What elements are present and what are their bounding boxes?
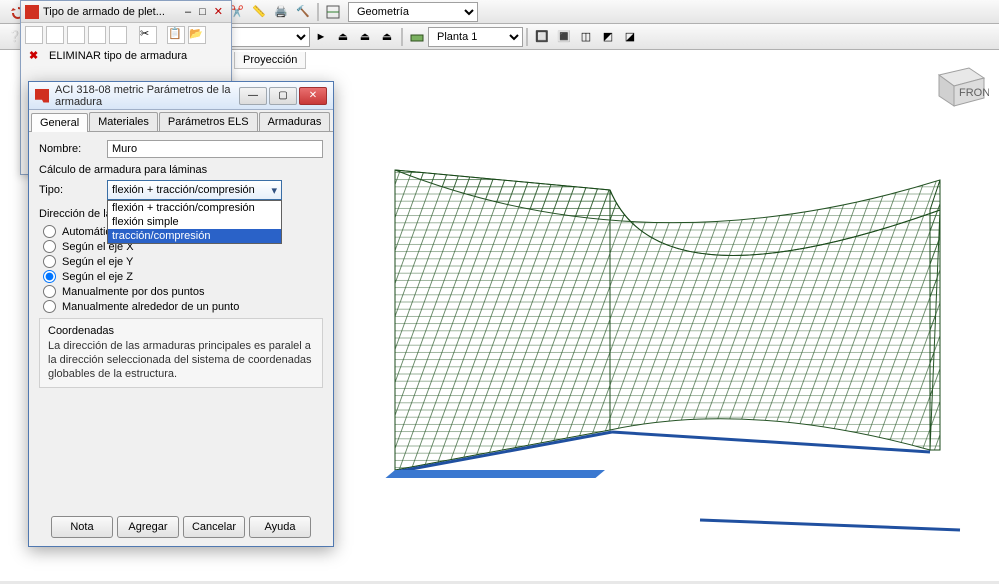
support-c-icon[interactable]: ⏏ [377,27,397,47]
extra-e-icon[interactable]: ◪ [620,27,640,47]
type-combo-value: flexión + tracción/compresión [112,184,255,196]
floor-combo[interactable]: Planta 1 [428,27,523,47]
app-icon [25,5,39,19]
radio-ejez[interactable] [43,270,56,283]
radio-ejex[interactable] [43,240,56,253]
extra-c-icon[interactable]: ◫ [576,27,596,47]
dialog-title: ACI 318-08 metric Parámetros de la armad… [55,84,237,108]
support-a-icon[interactable]: ⏏ [333,27,353,47]
tab-parametros-els[interactable]: Parámetros ELS [159,112,258,131]
tab-general[interactable]: General [31,113,88,132]
window-title-back: Tipo de armado de plet... [43,6,165,18]
type-option-1[interactable]: flexión simple [108,215,281,229]
extra-d-icon[interactable]: ◩ [598,27,618,47]
ayuda-button[interactable]: Ayuda [249,516,311,538]
coord-description: La dirección de las armaduras principale… [48,340,314,381]
tab-armaduras[interactable]: Armaduras [259,112,331,131]
nota-button[interactable]: Nota [51,516,113,538]
type-label: Tipo: [39,184,107,196]
titlebar[interactable]: ACI 318-08 metric Parámetros de la armad… [29,82,333,110]
type-combo-list: flexión + tracción/compresión flexión si… [107,200,282,244]
maximize-button[interactable]: ▢ [269,87,297,105]
type-option-0[interactable]: flexión + tracción/compresión [108,201,281,215]
radio-auto[interactable] [43,225,56,238]
case-next-icon[interactable]: ► [311,27,331,47]
type-combo[interactable]: flexión + tracción/compresión flexión + … [107,180,282,200]
calc-group-title: Cálculo de armadura para láminas [39,164,323,176]
view-cube[interactable]: FRONTAL [929,60,989,110]
radio-ejey[interactable] [43,255,56,268]
ribbon-tab-projection[interactable]: Proyección [234,52,306,69]
folder-icon[interactable]: 📂 [188,26,206,44]
cut-icon[interactable]: ✂ [139,26,157,44]
delete-icon: ✖ [29,49,43,63]
tabbar: General Materiales Parámetros ELS Armadu… [29,110,333,132]
titlebar-back[interactable]: Tipo de armado de plet... – □ ✕ [21,1,231,23]
grid4-icon[interactable] [109,26,127,44]
paste-icon[interactable]: 📋 [167,26,185,44]
app-icon [35,89,49,103]
radio-manual-point-label: Manualmente alrededor de un punto [62,301,239,313]
radio-ejey-label: Según el eje Y [62,256,133,268]
radio-ejez-label: Según el eje Z [62,271,133,283]
name-label: Nombre: [39,143,107,155]
layout-combo[interactable]: Geometría [348,2,478,22]
cancelar-button[interactable]: Cancelar [183,516,245,538]
layout-icon[interactable] [323,2,343,22]
radio-manual-2pts[interactable] [43,285,56,298]
extra-a-icon[interactable]: 🔲 [532,27,552,47]
type-option-2[interactable]: tracción/compresión [108,229,281,243]
coord-box: Coordenadas La dirección de las armadura… [39,318,323,388]
grid2-icon[interactable] [67,26,85,44]
radio-manual-point[interactable] [43,300,56,313]
dialog-body: Nombre: Cálculo de armadura para láminas… [29,132,333,394]
dialog-buttons: Nota Agregar Cancelar Ayuda [29,516,333,538]
new-icon[interactable] [25,26,43,44]
grid1-icon[interactable] [46,26,64,44]
minimize-button[interactable]: — [239,87,267,105]
tool-f-icon[interactable]: 🔨 [293,2,313,22]
coord-label: Coordenadas [48,325,314,337]
list-item-label: ELIMINAR tipo de armadura [49,50,187,62]
toolbar-window-back: ✂ 📋 📂 [21,23,231,47]
list-row-delete[interactable]: ✖ ELIMINAR tipo de armadura [21,47,231,65]
maximize-icon[interactable]: □ [195,6,210,18]
tab-materiales[interactable]: Materiales [89,112,158,131]
close-icon[interactable]: ✕ [210,5,227,18]
agregar-button[interactable]: Agregar [117,516,179,538]
close-button[interactable]: ✕ [299,87,327,105]
minimize-icon[interactable]: – [181,6,195,18]
name-input[interactable] [107,140,323,158]
tool-d-icon[interactable]: 📏 [249,2,269,22]
dialog-reinforcement-params: ACI 318-08 metric Parámetros de la armad… [28,81,334,547]
grid3-icon[interactable] [88,26,106,44]
extra-b-icon[interactable]: 🔳 [554,27,574,47]
tool-e-icon[interactable]: 🖨️ [271,2,291,22]
support-b-icon[interactable]: ⏏ [355,27,375,47]
radio-manual-2pts-label: Manualmente por dos puntos [62,286,204,298]
floor-icon[interactable] [407,27,427,47]
svg-text:FRONTAL: FRONTAL [959,87,989,99]
